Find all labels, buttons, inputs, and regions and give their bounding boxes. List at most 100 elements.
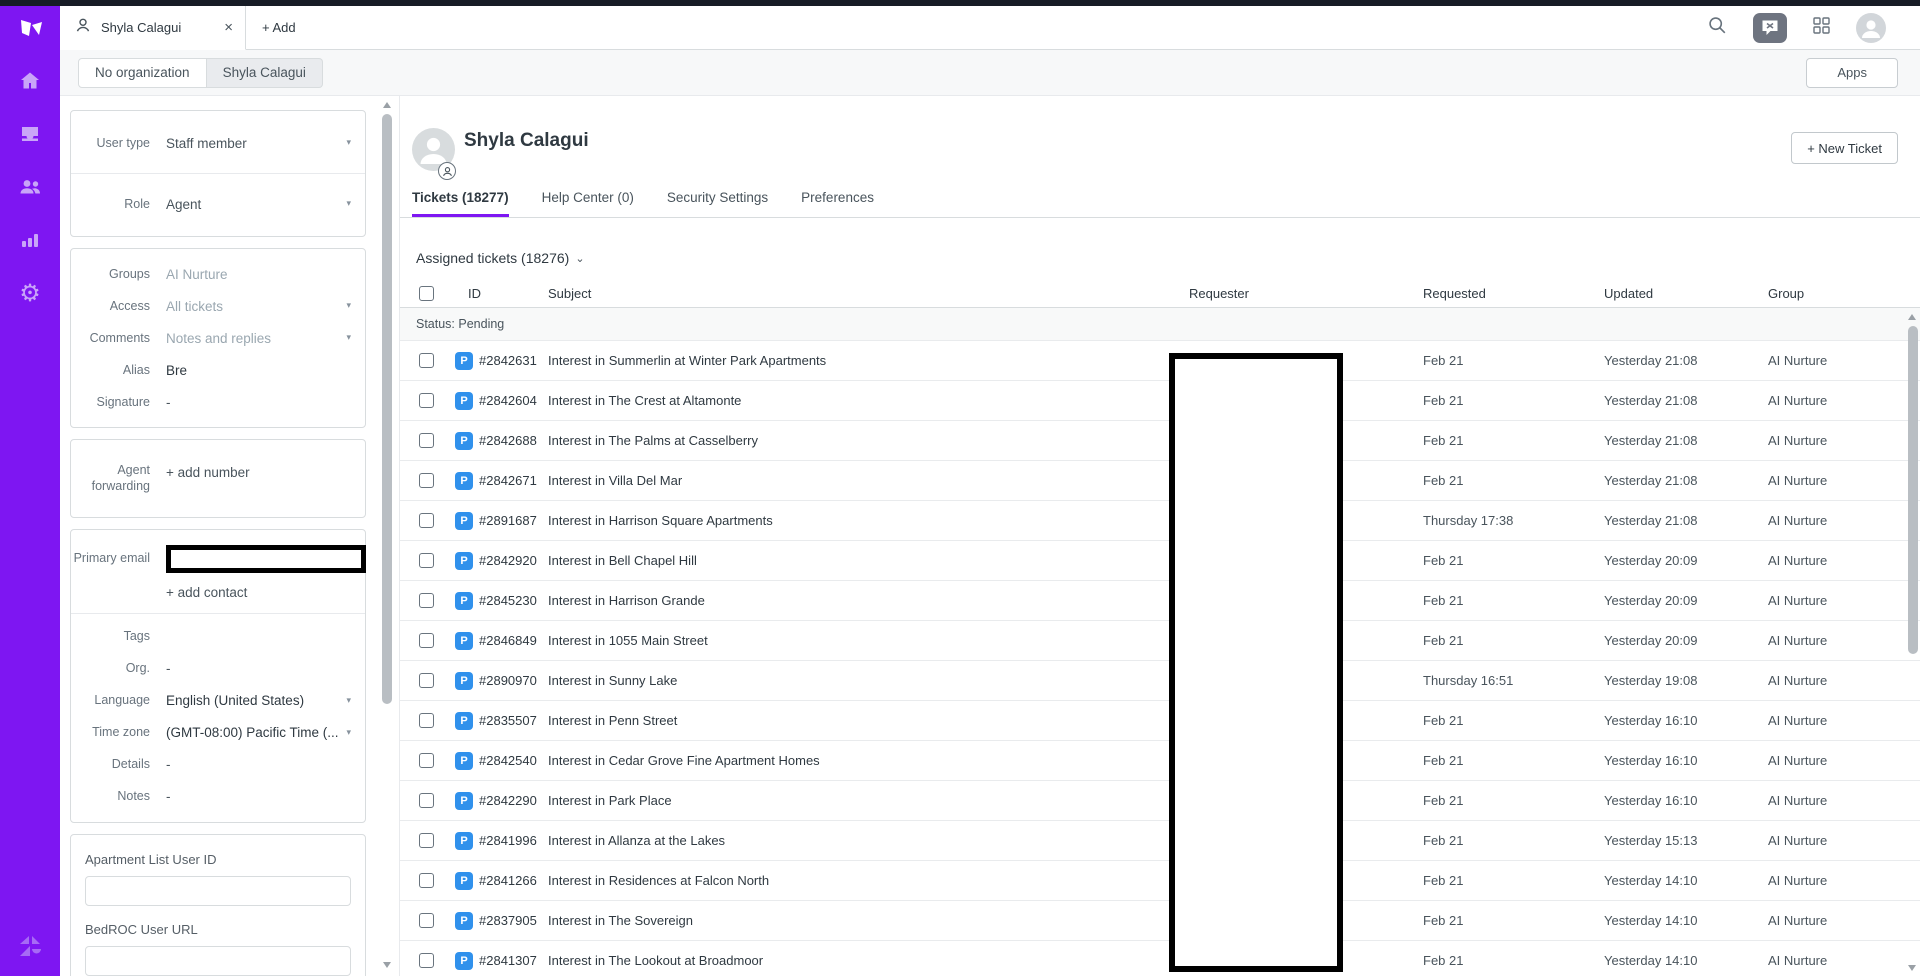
ticket-id[interactable]: #2835507 bbox=[479, 713, 537, 728]
row-checkbox[interactable] bbox=[419, 473, 434, 488]
table-row[interactable]: P #2835507 Interest in Penn Street Feb 2… bbox=[400, 701, 1920, 741]
table-row[interactable]: P #2842688 Interest in The Palms at Cass… bbox=[400, 421, 1920, 461]
ticket-subject[interactable]: Interest in Harrison Square Apartments bbox=[548, 513, 1189, 528]
ticket-subject[interactable]: Interest in 1055 Main Street bbox=[548, 633, 1189, 648]
tab-preferences[interactable]: Preferences bbox=[801, 190, 874, 217]
close-tab-icon[interactable]: × bbox=[224, 19, 233, 36]
row-checkbox[interactable] bbox=[419, 913, 434, 928]
ticket-subject[interactable]: Interest in Summerlin at Winter Park Apa… bbox=[548, 353, 1189, 368]
signature-field[interactable]: Signature - bbox=[71, 386, 365, 418]
ticket-subject[interactable]: Interest in The Sovereign bbox=[548, 913, 1189, 928]
add-contact-button[interactable]: + add contact bbox=[166, 585, 247, 600]
scroll-down-arrow[interactable] bbox=[383, 962, 391, 968]
table-row[interactable]: P #2842290 Interest in Park Place Feb 21… bbox=[400, 781, 1920, 821]
comments-field[interactable]: Comments Notes and replies ▾ bbox=[71, 322, 365, 354]
ticket-id[interactable]: #2842920 bbox=[479, 553, 537, 568]
column-header-subject[interactable]: Subject bbox=[548, 286, 1189, 301]
alias-field[interactable]: Alias Bre bbox=[71, 354, 365, 386]
row-checkbox[interactable] bbox=[419, 673, 434, 688]
row-checkbox[interactable] bbox=[419, 433, 434, 448]
org-value[interactable]: - bbox=[166, 659, 351, 679]
ticket-id[interactable]: #2841307 bbox=[479, 953, 537, 968]
tab-security-settings[interactable]: Security Settings bbox=[667, 190, 768, 217]
row-checkbox[interactable] bbox=[419, 633, 434, 648]
table-row[interactable]: P #2842631 Interest in Summerlin at Wint… bbox=[400, 341, 1920, 381]
table-row[interactable]: P #2837905 Interest in The Sovereign Feb… bbox=[400, 901, 1920, 941]
details-value[interactable]: - bbox=[166, 755, 351, 775]
row-checkbox[interactable] bbox=[419, 713, 434, 728]
table-row[interactable]: P #2891687 Interest in Harrison Square A… bbox=[400, 501, 1920, 541]
language-field[interactable]: Language English (United States) ▾ bbox=[71, 685, 365, 717]
ticket-id[interactable]: #2841266 bbox=[479, 873, 537, 888]
ticket-id[interactable]: #2845230 bbox=[479, 593, 537, 608]
select-all-checkbox[interactable] bbox=[419, 286, 434, 301]
admin-gear-icon[interactable]: ⚙ bbox=[17, 280, 43, 306]
ticket-subject[interactable]: Interest in Cedar Grove Fine Apartment H… bbox=[548, 753, 1189, 768]
ticket-subject[interactable]: Interest in Penn Street bbox=[548, 713, 1189, 728]
customers-icon[interactable] bbox=[17, 174, 43, 200]
ticket-id[interactable]: #2890970 bbox=[479, 673, 537, 688]
table-row[interactable]: P #2846849 Interest in 1055 Main Street … bbox=[400, 621, 1920, 661]
ticket-id[interactable]: #2842631 bbox=[479, 353, 537, 368]
add-tab-button[interactable]: + Add bbox=[246, 6, 312, 49]
ticket-id[interactable]: #2842290 bbox=[479, 793, 537, 808]
table-row[interactable]: P #2842920 Interest in Bell Chapel Hill … bbox=[400, 541, 1920, 581]
row-checkbox[interactable] bbox=[419, 593, 434, 608]
user-type-select[interactable]: Staff member ▾ bbox=[166, 133, 351, 153]
add-number-button[interactable]: + add number bbox=[166, 462, 351, 482]
home-icon[interactable] bbox=[17, 68, 43, 94]
ticket-id[interactable]: #2842540 bbox=[479, 753, 537, 768]
access-select[interactable]: All tickets ▾ bbox=[166, 296, 351, 316]
row-checkbox[interactable] bbox=[419, 553, 434, 568]
row-checkbox[interactable] bbox=[419, 873, 434, 888]
column-header-requested[interactable]: Requested bbox=[1423, 286, 1604, 301]
tags-field[interactable]: Tags bbox=[71, 621, 365, 653]
role-select[interactable]: Agent ▾ bbox=[166, 194, 351, 214]
row-checkbox[interactable] bbox=[419, 793, 434, 808]
comments-select[interactable]: Notes and replies ▾ bbox=[166, 328, 351, 348]
column-header-updated[interactable]: Updated bbox=[1604, 286, 1768, 301]
row-checkbox[interactable] bbox=[419, 513, 434, 528]
ticket-subject[interactable]: Interest in Allanza at the Lakes bbox=[548, 833, 1189, 848]
column-header-requester[interactable]: Requester bbox=[1189, 286, 1423, 301]
apps-button[interactable]: Apps bbox=[1806, 57, 1898, 88]
new-ticket-button[interactable]: + New Ticket bbox=[1791, 132, 1898, 164]
ticket-id[interactable]: #2846849 bbox=[479, 633, 537, 648]
language-select[interactable]: English (United States) ▾ bbox=[166, 691, 351, 711]
ticket-subject[interactable]: Interest in Villa Del Mar bbox=[548, 473, 1189, 488]
bedroc-user-url-input[interactable] bbox=[85, 945, 351, 976]
ticket-subject[interactable]: Interest in Park Place bbox=[548, 793, 1189, 808]
table-row[interactable]: P #2845230 Interest in Harrison Grande F… bbox=[400, 581, 1920, 621]
row-checkbox[interactable] bbox=[419, 753, 434, 768]
reporting-icon[interactable] bbox=[17, 227, 43, 253]
row-checkbox[interactable] bbox=[419, 353, 434, 368]
tags-value[interactable] bbox=[166, 627, 351, 647]
details-field[interactable]: Details - bbox=[71, 749, 365, 781]
messaging-icon[interactable] bbox=[1753, 12, 1787, 43]
row-checkbox[interactable] bbox=[419, 833, 434, 848]
ticket-subject[interactable]: Interest in The Crest at Altamonte bbox=[548, 393, 1189, 408]
alias-value[interactable]: Bre bbox=[166, 360, 351, 380]
views-icon[interactable] bbox=[17, 121, 43, 147]
time-zone-field[interactable]: Time zone (GMT-08:00) Pacific Time (... ▾ bbox=[71, 717, 365, 749]
ticket-id[interactable]: #2842604 bbox=[479, 393, 537, 408]
workspace-tab-user[interactable]: Shyla Calagui × bbox=[60, 6, 246, 50]
row-checkbox[interactable] bbox=[419, 393, 434, 408]
ticket-id[interactable]: #2841996 bbox=[479, 833, 537, 848]
table-row[interactable]: P #2842671 Interest in Villa Del Mar Feb… bbox=[400, 461, 1920, 501]
ticket-subject[interactable]: Interest in Bell Chapel Hill bbox=[548, 553, 1189, 568]
ticket-subject[interactable]: Interest in The Lookout at Broadmoor bbox=[548, 953, 1189, 968]
table-scrollbar-thumb[interactable] bbox=[1908, 326, 1918, 654]
ticket-id[interactable]: #2842671 bbox=[479, 473, 537, 488]
profile-avatar[interactable] bbox=[1856, 12, 1886, 43]
user-type-field[interactable]: User type Staff member ▾ bbox=[71, 120, 365, 166]
access-field[interactable]: Access All tickets ▾ bbox=[71, 290, 365, 322]
column-header-id[interactable]: ID bbox=[450, 286, 548, 301]
table-row[interactable]: P #2842540 Interest in Cedar Grove Fine … bbox=[400, 741, 1920, 781]
scroll-up-arrow[interactable] bbox=[383, 102, 391, 108]
ticket-subject[interactable]: Interest in The Palms at Casselberry bbox=[548, 433, 1189, 448]
tab-help-center[interactable]: Help Center (0) bbox=[542, 190, 634, 217]
column-header-group[interactable]: Group bbox=[1768, 286, 1920, 301]
assigned-tickets-dropdown[interactable]: Assigned tickets (18276) ⌄ bbox=[416, 248, 1920, 268]
ticket-id[interactable]: #2842688 bbox=[479, 433, 537, 448]
